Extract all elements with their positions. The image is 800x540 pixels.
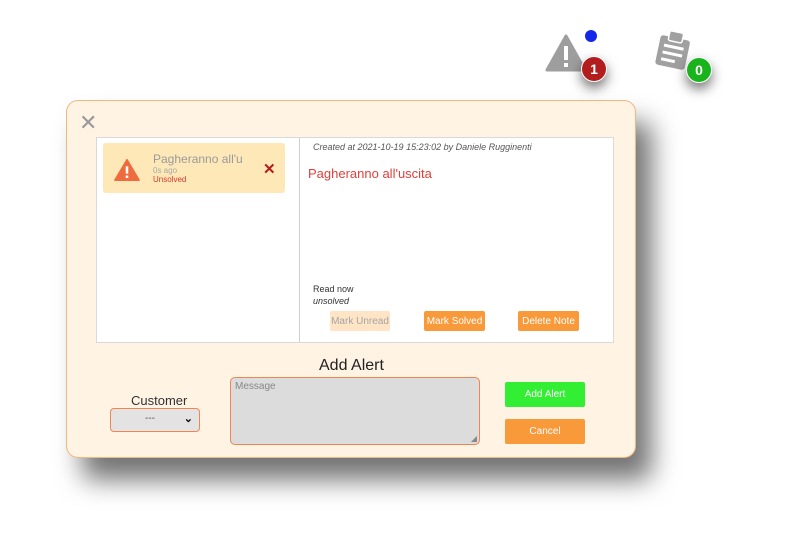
alerts-content-box: Pagheranno all'u 0s ago Unsolved ✕ Creat… [96,137,614,343]
delete-alert-icon[interactable]: ✕ [263,160,276,178]
resize-grip-icon[interactable]: ◢ [471,434,477,443]
customer-label: Customer [131,393,188,408]
mark-unread-button[interactable]: Mark Unread [330,311,390,331]
alert-item-title: Pagheranno all'u [153,152,243,166]
warning-triangle-icon [114,159,140,181]
delete-note-button[interactable]: Delete Note [518,311,579,331]
read-status: Read now [313,284,354,294]
mark-solved-button[interactable]: Mark Solved [424,311,485,331]
notes-notification[interactable]: 0 [650,28,722,92]
customer-select[interactable]: --- ⌄ [110,408,200,432]
alerts-modal: ✕ Pagheranno all'u 0s ago Unsolved ✕ Cre… [66,100,636,458]
solved-status: unsolved [313,296,350,306]
add-alert-heading: Add Alert [319,357,384,374]
unread-dot [585,30,597,42]
alert-list-item[interactable]: Pagheranno all'u 0s ago Unsolved ✕ [103,143,285,193]
customer-select-value: --- [145,413,155,424]
cancel-button[interactable]: Cancel [505,419,585,444]
alert-item-status: Unsolved [153,175,187,184]
add-alert-button[interactable]: Add Alert [505,382,585,407]
notes-count-badge: 0 [686,57,712,83]
message-textarea[interactable]: Message ◢ [230,377,480,445]
alerts-count-badge: 1 [581,56,607,82]
alerts-notification[interactable]: 1 [545,26,615,86]
alert-title: Pagheranno all'uscita [308,166,432,181]
close-icon[interactable]: ✕ [79,113,97,135]
chevron-down-icon: ⌄ [183,413,193,425]
alert-detail: Created at 2021-10-19 15:23:02 by Daniel… [308,138,611,342]
alert-list: Pagheranno all'u 0s ago Unsolved ✕ [97,138,300,342]
alert-item-time: 0s ago [153,166,178,175]
message-placeholder: Message [235,381,276,392]
created-info: Created at 2021-10-19 15:23:02 by Daniel… [313,142,532,152]
